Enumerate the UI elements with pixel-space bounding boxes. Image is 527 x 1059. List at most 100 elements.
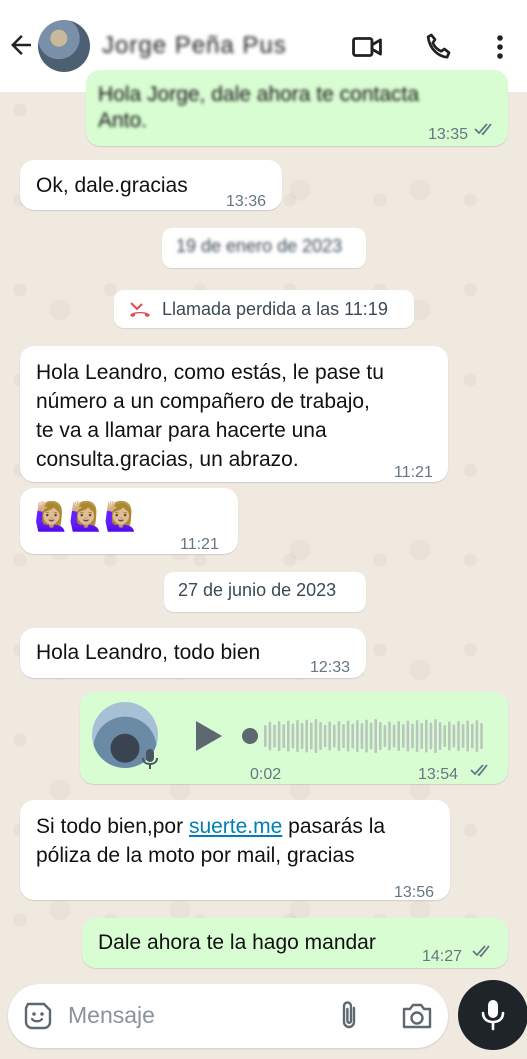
message-text: Anto. <box>98 109 148 132</box>
waveform-bar <box>291 723 295 749</box>
waveform-bar <box>480 723 483 749</box>
waveform-bar <box>475 720 479 752</box>
waveform-bar <box>383 725 387 747</box>
more-options-icon[interactable] <box>488 30 512 64</box>
camera-icon[interactable] <box>400 1000 434 1032</box>
waveform-bar <box>282 724 285 748</box>
voice-message[interactable]: 0:02 13:54 <box>80 692 508 784</box>
message-composer[interactable]: Mensaje <box>8 984 448 1048</box>
message-text: Ok, dale.gracias <box>36 174 188 197</box>
waveform-bar <box>443 725 446 747</box>
waveform-bar <box>365 719 368 753</box>
waveform-bar <box>392 724 396 748</box>
date-text: 27 de junio de 2023 <box>178 580 337 600</box>
voice-duration: 0:02 <box>250 766 282 783</box>
message-text-line: te va a llamar para hacerte una <box>36 419 327 442</box>
message-text-line: Hola Leandro, como estás, le pase tu <box>36 361 384 384</box>
waveform-bar <box>296 720 299 752</box>
message-time: 13:36 <box>226 193 267 210</box>
waveform-bar <box>333 724 336 748</box>
waveform-bar <box>273 724 276 748</box>
waveform-bar <box>397 721 400 751</box>
contact-name[interactable]: Jorge Peña Pus <box>102 32 287 60</box>
waveform-bar <box>379 722 382 750</box>
message-time: 13:56 <box>394 884 435 901</box>
message-text-line: número a un compañero de trabajo, <box>36 390 370 413</box>
message-text: Hola Leandro, todo bien <box>36 641 261 664</box>
message-text-segment: pasarás la <box>282 815 386 838</box>
message-outgoing[interactable]: Dale ahora te la hago mandar 14:27 <box>82 918 508 968</box>
attachment-icon[interactable] <box>336 1000 362 1032</box>
missed-call-text: Llamada perdida a las 11:19 <box>162 298 388 319</box>
waveform-bar <box>360 723 364 749</box>
waveform-bar <box>415 720 419 752</box>
sticker-emoji-icon[interactable] <box>22 1000 54 1032</box>
message-text-line: Si todo bien,por suerte.me pasarás la <box>36 812 385 841</box>
message-text-line: consulta.gracias, un abrazo. <box>36 448 299 471</box>
waveform-bar <box>337 721 341 751</box>
microphone-icon <box>142 749 158 769</box>
audio-waveform[interactable] <box>240 716 490 756</box>
waveform-bar <box>411 723 414 749</box>
message-time: 12:33 <box>310 659 351 676</box>
waveform-bar <box>438 722 442 750</box>
waveform-bar <box>323 725 327 747</box>
waveform-bar <box>264 725 267 747</box>
voice-call-icon[interactable] <box>422 30 456 64</box>
waveform-bar <box>457 721 460 751</box>
waveform-bar <box>425 719 428 753</box>
record-voice-button[interactable] <box>458 980 527 1050</box>
waveform-bar <box>356 720 359 752</box>
date-text: 19 de enero de 2023 <box>176 236 343 256</box>
waveform-bar <box>305 719 308 753</box>
waveform-bar <box>420 723 423 749</box>
message-incoming[interactable]: Hola Leandro, todo bien 12:33 <box>20 628 366 678</box>
message-time: 13:54 <box>418 766 459 783</box>
message-incoming[interactable]: Ok, dale.gracias 13:36 <box>20 160 282 210</box>
waveform-bar <box>342 724 345 748</box>
waveform-bar <box>319 722 322 750</box>
message-input[interactable]: Mensaje <box>68 1002 155 1029</box>
waveform-bar <box>402 724 405 748</box>
waveform-bar <box>328 721 331 751</box>
message-incoming[interactable]: Hola Leandro, como estás, le pase tu núm… <box>20 346 448 482</box>
date-separator: 27 de junio de 2023 <box>164 572 366 612</box>
missed-call-notice[interactable]: Llamada perdida a las 11:19 <box>114 290 414 328</box>
waveform-bar <box>406 720 410 752</box>
waveform-bar <box>268 721 272 751</box>
waveform-bar <box>434 719 437 753</box>
message-link[interactable]: suerte.me <box>189 815 282 838</box>
waveform-bar <box>471 723 474 749</box>
read-receipt-icon <box>470 764 488 777</box>
read-receipt-icon <box>472 945 490 958</box>
message-time: 14:27 <box>422 948 463 965</box>
waveform-bar <box>287 720 290 752</box>
message-incoming[interactable]: Si todo bien,por suerte.me pasarás la pó… <box>20 800 450 901</box>
play-icon[interactable] <box>192 718 224 754</box>
waveform-bar <box>448 721 451 751</box>
microphone-icon <box>481 1000 505 1031</box>
waveform-bar <box>310 722 313 750</box>
waveform-bar <box>388 721 391 751</box>
message-time: 13:35 <box>427 126 468 143</box>
waveform-bar <box>351 723 354 749</box>
missed-call-icon <box>130 302 150 317</box>
video-call-icon[interactable] <box>350 30 384 64</box>
waveform-bar <box>346 720 350 752</box>
waveform-bar <box>314 719 318 753</box>
date-separator: 19 de enero de 2023 <box>162 228 366 268</box>
waveform-bar <box>374 719 377 753</box>
message-emoji: 🙋🏼‍♀️🙋🏼‍♀️🙋🏼‍♀️ <box>34 501 139 532</box>
message-incoming[interactable]: 🙋🏼‍♀️🙋🏼‍♀️🙋🏼‍♀️ 11:21 <box>20 488 238 554</box>
waveform-bar <box>429 722 433 750</box>
waveform-bar <box>461 724 465 748</box>
message-outgoing[interactable]: Hola Jorge, dale ahora te contacta Anto.… <box>86 70 508 146</box>
waveform-bar <box>369 722 373 750</box>
read-receipt-icon <box>474 123 492 136</box>
contact-avatar[interactable] <box>38 20 90 72</box>
back-arrow-icon[interactable] <box>6 30 36 60</box>
message-time: 11:21 <box>394 464 433 481</box>
waveform-bar <box>277 721 281 751</box>
message-time: 11:21 <box>180 536 219 553</box>
waveform-bar <box>466 720 469 752</box>
